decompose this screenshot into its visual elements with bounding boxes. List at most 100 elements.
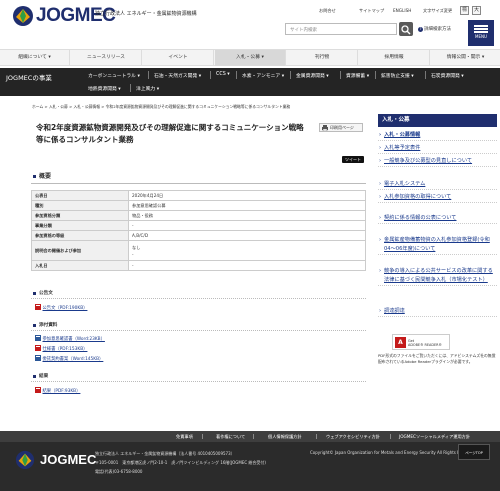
menu-button[interactable]: MENU — [468, 20, 494, 46]
bullet-icon — [33, 292, 36, 295]
help-icon: ? — [418, 27, 423, 32]
public-notice-heading-text: 公告文 — [39, 291, 53, 296]
file-link-pdf[interactable]: 結果（PDF:93KB） — [35, 387, 80, 394]
nav-news[interactable]: ニュースリリース — [71, 50, 142, 66]
sidebar-item-qualification[interactable]: 入札参加資格の取得について — [378, 193, 497, 203]
separator — [210, 71, 211, 79]
table-row: 種別 参加意思確認公募 — [31, 200, 366, 211]
sidebar-item-stockpile-qualification[interactable]: 金属鉱産物備蓄物資の入札参加資格登録(令和04〜06年度)について — [378, 236, 497, 255]
copyright: Copyright© Japan Organization for Metals… — [310, 450, 478, 455]
nav-disclosure[interactable]: 情報公開・開示 ▾ — [431, 50, 500, 66]
search-input[interactable]: サイト内検索 — [285, 23, 397, 35]
menu-label: MENU — [475, 34, 487, 39]
pdf-note: PDF形式のファイルをご覧いただくには、アドビシステムズ社の無償配布されているA… — [378, 353, 496, 364]
sidebar-item-contract-info[interactable]: 契約に係る情報の公表について — [378, 214, 497, 224]
sitemap-link[interactable]: サイトマップ — [359, 8, 384, 14]
table-row: 参加資格の等級 A,B/C/D — [31, 230, 366, 241]
font-size-large-button[interactable]: 大 — [472, 6, 481, 15]
separator — [340, 71, 341, 79]
table-value: 2020年4月24日 — [128, 190, 366, 201]
separator — [236, 71, 237, 79]
business-nav: JOGMECの事業 カーボンニュートラル ▾ 石油・天然ガス開発 ▾ CCS ▾… — [0, 68, 500, 96]
table-row: 参加資格分類 物品・役務 — [31, 210, 366, 221]
font-size-label: 文字サイズ変更 — [423, 8, 453, 13]
footer-address: 〒105-0001 東京都港区虎ノ門2-10-1 虎ノ門ツインビルディング 16… — [95, 460, 266, 465]
english-link[interactable]: ENGLISH — [393, 8, 411, 13]
biz-stockpile[interactable]: 資源備蓄 ▾ — [346, 72, 369, 79]
separator — [390, 434, 391, 439]
footer-links: 免責事項 著作権について 個人情報保護方針 ウェブアクセシビリティ方針 JOGM… — [0, 431, 500, 442]
biz-metals[interactable]: 金属資源開発 ▾ — [296, 72, 329, 79]
table-key: 説明会の開催および参加 — [31, 240, 129, 261]
file-link-word[interactable]: 委託契約書案（Word:145KB） — [35, 355, 103, 362]
advanced-search-link[interactable]: ? 詳細検索方法 — [418, 26, 451, 32]
biz-offshore-wind[interactable]: 洋上風力 ▾ — [136, 85, 159, 92]
file-link-pdf[interactable]: 公告文（PDF:190KB） — [35, 304, 87, 311]
jogmec-logo-icon — [15, 450, 35, 470]
biz-hydrogen[interactable]: 水素・アンモニア ▾ — [242, 72, 284, 79]
sidebar-item-procurement[interactable]: 調達調達 — [378, 307, 497, 317]
separator — [130, 84, 131, 92]
table-row: 説明会の開催および参加 なし - — [31, 240, 366, 261]
bullet-icon — [33, 375, 36, 378]
table-value: なし - — [128, 240, 366, 261]
menu-bar — [474, 25, 488, 27]
result-heading-text: 結果 — [39, 374, 49, 379]
breadcrumb[interactable]: ホーム > 入札・公募 > 入札・公募情報 > 令和2年度資源鉱物資源開発及びそ… — [32, 104, 290, 110]
print-label: 印刷用ページ — [330, 125, 354, 130]
search-button[interactable] — [399, 22, 413, 36]
table-row: 入札日 - — [31, 260, 366, 271]
table-key: 参加資格分類 — [31, 210, 129, 221]
sidebar-item-schedule[interactable]: 入札等予定表件 — [378, 144, 497, 154]
font-size-normal-button[interactable]: 標 — [460, 6, 469, 15]
nav-recruit[interactable]: 採用情報 — [359, 50, 430, 66]
table-key: 事業分類 — [31, 220, 129, 231]
nav-about[interactable]: 組織について ▾ — [0, 50, 70, 66]
separator — [202, 434, 203, 439]
table-value: A,B/C/D — [128, 230, 366, 241]
sidebar-heading[interactable]: 入札・公募 — [378, 114, 497, 127]
biz-coal[interactable]: 石炭資源開発 ▾ — [431, 72, 464, 79]
page-title: 令和2年度資源鉱物資源開発及びその理解促進に関するコミュニケーション戦略等に係る… — [36, 123, 304, 144]
footer-link-disclaimer[interactable]: 免責事項 — [176, 431, 193, 442]
footer-link-social[interactable]: JOGMECソーシャルメディア運用方針 — [399, 431, 470, 442]
biz-mine-pollution[interactable]: 鉱害防止支援 ▾ — [381, 72, 414, 79]
print-button[interactable]: 印刷用ページ — [319, 123, 363, 132]
logo-subtitle: 独立行政法人 エネルギー・金属鉱物資源機構 — [95, 11, 197, 17]
tweet-button[interactable]: ツイート — [342, 156, 364, 163]
separator — [425, 71, 426, 79]
word-icon — [35, 335, 41, 341]
sidebar-item-e-bidding[interactable]: 電子入札システム — [378, 180, 497, 190]
jogmec-logo-icon[interactable] — [12, 5, 34, 27]
table-row: 公表日 2020年4月24日 — [31, 190, 366, 201]
attachments-heading-text: 添付資料 — [39, 323, 58, 328]
file-link-pdf[interactable]: 仕様書（PDF:153KB） — [35, 345, 87, 352]
file-link-label: 委託契約書案（Word:145KB） — [42, 357, 104, 362]
biz-geothermal[interactable]: 地熱資源開発 ▾ — [88, 85, 121, 92]
contact-link[interactable]: お問合せ — [319, 8, 336, 14]
adobe-text: Get ADOBE® READER® — [408, 339, 442, 347]
biz-carbon-neutral[interactable]: カーボンニュートラル ▾ — [88, 72, 140, 79]
footer-link-privacy[interactable]: 個人情報保護方針 — [268, 431, 302, 442]
nav-publications[interactable]: 刊行物 — [287, 50, 358, 66]
public-notice-heading: 公告文 — [31, 288, 366, 299]
sidebar-item-procurement-info[interactable]: 入札・公募情報 — [378, 131, 497, 141]
business-nav-title[interactable]: JOGMECの事業 — [6, 72, 52, 82]
nav-procurement[interactable]: 入札・公募 ▾ — [215, 50, 286, 66]
file-link-label: 参加意思確認書（Word:23KB） — [42, 337, 105, 342]
word-icon — [35, 355, 41, 361]
nav-events[interactable]: イベント — [143, 50, 214, 66]
separator — [148, 71, 149, 79]
overview-heading-text: 概要 — [39, 173, 52, 180]
footer-link-copyright[interactable]: 著作権について — [216, 431, 245, 442]
sidebar-item-review[interactable]: 一般競争及び公募型の見直しについて — [378, 157, 497, 167]
table-value: 参加意思確認公募 — [128, 200, 366, 211]
biz-oil-gas[interactable]: 石油・天然ガス開発 ▾ — [154, 72, 201, 79]
adobe-reader-banner[interactable]: A Get ADOBE® READER® — [392, 334, 450, 350]
file-link-word[interactable]: 参加意思確認書（Word:23KB） — [35, 335, 105, 342]
sidebar-item-market-test[interactable]: 競争の導入による公共サービスの改革に関する法律に基づく民間競争入札（市場化テスト… — [378, 267, 497, 286]
page-top-button[interactable]: ページTOP — [458, 444, 490, 460]
overview-heading: 概要 — [31, 170, 366, 184]
footer-link-accessibility[interactable]: ウェブアクセシビリティ方針 — [326, 431, 380, 442]
biz-ccs[interactable]: CCS ▾ — [216, 72, 230, 77]
